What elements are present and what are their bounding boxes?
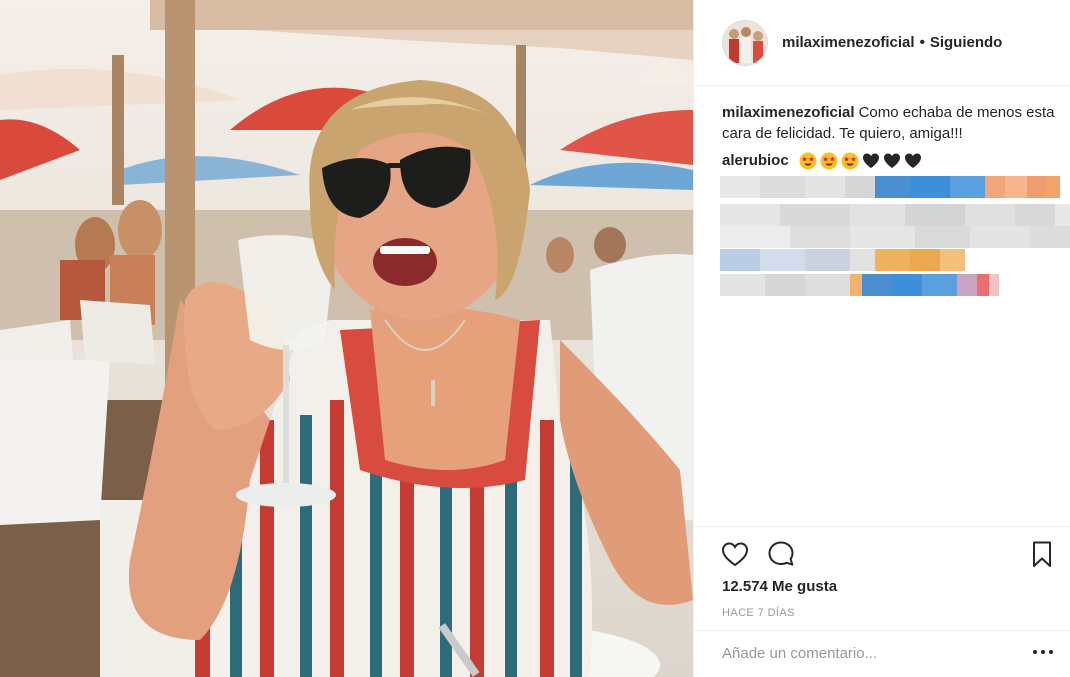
following-button[interactable]: Siguiendo <box>930 34 1003 51</box>
comment-input[interactable] <box>722 641 1002 665</box>
post-actions: 12.574 Me gusta HACE 7 DÍAS <box>694 526 1070 628</box>
header-text: milaximenezoficial • Siguiendo <box>782 34 1002 51</box>
post-header: milaximenezoficial • Siguiendo <box>694 0 1070 86</box>
comment-bubble-icon[interactable] <box>766 539 796 569</box>
post-timestamp[interactable]: HACE 7 DÍAS <box>722 607 795 619</box>
heart-icon[interactable] <box>720 539 750 569</box>
post-detail-panel: milaximenezoficial • Siguiendo milaximen… <box>693 0 1070 677</box>
comment-username[interactable]: alerubioc <box>722 152 789 169</box>
star-struck-emoji <box>799 152 817 170</box>
comment-item: alerubioc <box>722 150 1058 171</box>
star-struck-emoji <box>820 152 838 170</box>
caption-username[interactable]: milaximenezoficial <box>722 104 855 121</box>
comment-emojis <box>799 152 922 170</box>
caption: milaximenezoficial Como echaba de menos e… <box>722 102 1058 144</box>
pixelated-comment <box>720 204 1070 226</box>
pixelated-comment <box>720 226 1070 248</box>
pixelated-comment <box>720 249 965 271</box>
separator-dot: • <box>919 34 925 51</box>
comments-list: milaximenezoficial Como echaba de menos e… <box>722 102 1058 171</box>
black-heart-emoji <box>862 153 879 169</box>
post-photo[interactable] <box>0 0 693 677</box>
avatar[interactable] <box>722 19 768 66</box>
username-link[interactable]: milaximenezoficial <box>782 34 915 51</box>
bookmark-icon[interactable] <box>1027 539 1057 569</box>
likes-count[interactable]: 12.574 Me gusta <box>722 578 837 595</box>
more-options-icon[interactable] <box>1033 650 1053 656</box>
beach-restaurant-photo <box>0 0 693 677</box>
pixelated-comment <box>720 274 999 296</box>
pixelated-comment <box>720 176 1060 198</box>
black-heart-emoji <box>904 153 921 169</box>
black-heart-emoji <box>883 153 900 169</box>
add-comment-bar <box>694 630 1070 677</box>
star-struck-emoji <box>841 152 859 170</box>
